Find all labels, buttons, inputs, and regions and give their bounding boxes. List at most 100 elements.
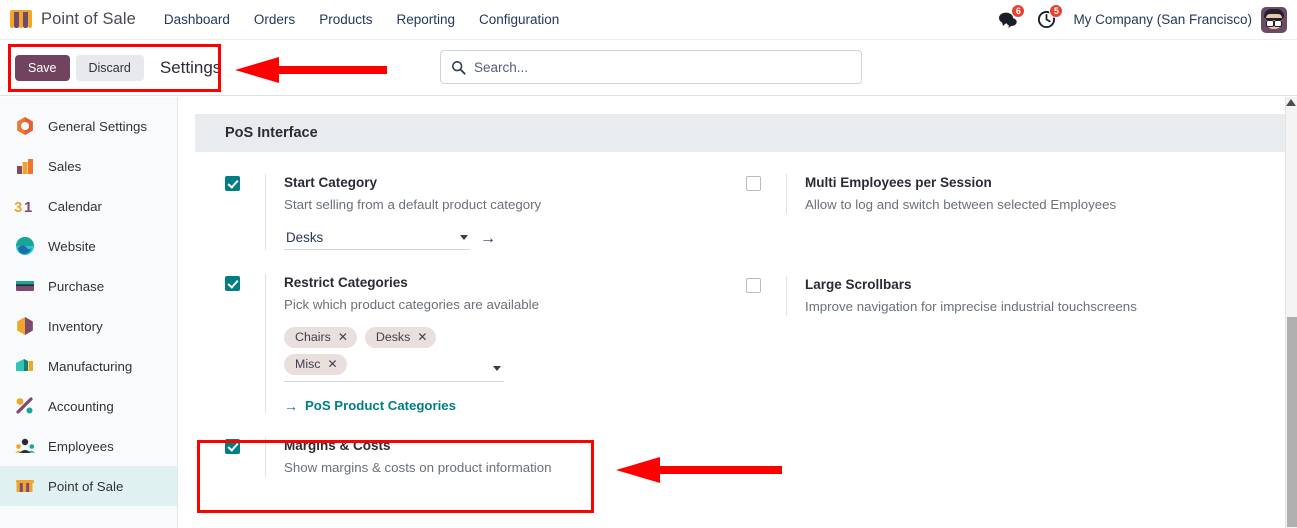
setting-large-scrollbars: Large Scrollbars Improve navigation for …	[746, 276, 1219, 316]
messages-button[interactable]: 6	[989, 3, 1027, 35]
nav-item-products[interactable]: Products	[307, 3, 384, 36]
svg-text:3: 3	[14, 199, 22, 216]
svg-text:1: 1	[24, 199, 32, 216]
tag-chip[interactable]: Desks ✕	[364, 327, 437, 348]
setting-body: Restrict Categories Pick which product c…	[265, 274, 698, 413]
tag-label: Misc	[295, 357, 321, 371]
close-icon[interactable]: ✕	[417, 331, 427, 343]
close-icon[interactable]: ✕	[338, 331, 348, 343]
setting-title: Restrict Categories	[284, 275, 408, 290]
chevron-down-icon[interactable]	[493, 366, 501, 371]
calendar-31-icon: 3 1	[14, 195, 36, 217]
app-brand[interactable]: Point of Sale	[10, 9, 136, 30]
pos-product-categories-link[interactable]: PoS Product Categories	[305, 398, 456, 413]
sidebar-item-label: Purchase	[48, 278, 105, 294]
close-icon[interactable]: ✕	[327, 358, 337, 370]
tag-label: Chairs	[295, 330, 331, 344]
avatar[interactable]	[1261, 6, 1287, 33]
setting-margins-costs: Margins & Costs Show margins & costs on …	[225, 437, 698, 477]
nav-item-reporting[interactable]: Reporting	[384, 3, 467, 36]
chevron-down-icon[interactable]	[460, 235, 468, 240]
nav-item-dashboard[interactable]: Dashboard	[152, 3, 242, 36]
settings-main: PoS Interface Start Category Start selli…	[178, 97, 1285, 528]
page-title: Settings	[159, 57, 222, 77]
brand-name: Point of Sale	[41, 10, 136, 28]
setting-title: Margins & Costs	[284, 438, 391, 453]
arrow-right-icon: →	[284, 397, 298, 414]
sidebar-item-website[interactable]: Website	[0, 226, 177, 266]
sidebar-item-general-settings[interactable]: General Settings	[0, 106, 177, 146]
sidebar-item-label: General Settings	[48, 118, 148, 134]
tag-label: Desks	[375, 330, 411, 344]
setting-description: Allow to log and switch between selected…	[805, 197, 1117, 212]
setting-title: Large Scrollbars	[805, 277, 912, 292]
setting-body: Large Scrollbars Improve navigation for …	[786, 276, 1219, 316]
checkbox-large-scrollbars[interactable]	[746, 278, 761, 293]
start-category-select[interactable]: Desks	[284, 228, 470, 250]
arrow-right-icon[interactable]: →	[480, 231, 496, 247]
settings-sidebar: General Settings Sales 3 1 Calendar Webs…	[0, 97, 178, 528]
activities-button[interactable]: 5	[1027, 3, 1065, 35]
save-discard-group: Save Discard Settings	[15, 54, 222, 81]
checkbox-start-category[interactable]	[225, 176, 240, 191]
sidebar-item-manufacturing[interactable]: Manufacturing	[0, 346, 177, 386]
setting-description: Pick which product categories are availa…	[284, 297, 539, 312]
sidebar-item-point-of-sale[interactable]: Point of Sale	[0, 466, 177, 506]
section-title-pos-interface: PoS Interface	[195, 114, 1285, 152]
accounting-percent-icon	[14, 395, 36, 417]
sidebar-item-label: Calendar	[48, 198, 102, 214]
sidebar-item-label: Manufacturing	[48, 358, 133, 374]
sidebar-item-employees[interactable]: Employees	[0, 426, 177, 466]
discard-button[interactable]: Discard	[75, 54, 144, 81]
restrict-categories-tags[interactable]: Chairs ✕ Desks ✕ Misc ✕	[284, 327, 504, 382]
setting-description: Start selling from a default product cat…	[284, 197, 542, 212]
checkbox-wrap	[746, 174, 786, 196]
search-input[interactable]	[474, 59, 851, 75]
gear-settings-icon	[14, 115, 36, 137]
tag-chip[interactable]: Chairs ✕	[284, 327, 357, 348]
sidebar-item-inventory[interactable]: Inventory	[0, 306, 177, 346]
sidebar-item-label: Website	[48, 238, 96, 254]
activities-badge: 5	[1049, 3, 1064, 18]
settings-grid: Start Category Start selling from a defa…	[195, 152, 1273, 501]
shop-awning-icon	[10, 9, 33, 30]
search-box[interactable]	[440, 50, 862, 84]
manufacturing-icon	[14, 355, 36, 377]
sidebar-item-label: Inventory	[48, 318, 103, 334]
checkbox-wrap	[225, 437, 265, 459]
pos-product-categories-link-row: → PoS Product Categories	[284, 398, 698, 413]
navbar-right-cluster: 6 5 My Company (San Francisco)	[989, 3, 1289, 35]
checkbox-margins-costs[interactable]	[225, 439, 240, 454]
checkbox-restrict-categories[interactable]	[225, 276, 240, 291]
nav-item-configuration[interactable]: Configuration	[467, 3, 571, 36]
inventory-box-icon	[14, 315, 36, 337]
settings-sheet: PoS Interface Start Category Start selli…	[195, 114, 1285, 501]
purchase-card-icon	[14, 275, 36, 297]
setting-title: Multi Employees per Session	[805, 175, 992, 190]
tag-chip[interactable]: Misc ✕	[284, 354, 347, 375]
scroll-up-arrow-icon[interactable]	[1286, 99, 1296, 106]
start-category-select-row: Desks →	[284, 228, 698, 250]
company-switcher[interactable]: My Company (San Francisco)	[1073, 12, 1252, 27]
checkbox-wrap	[225, 174, 265, 196]
top-navbar: Point of Sale Dashboard Orders Products …	[0, 0, 1297, 40]
sidebar-item-label: Point of Sale	[48, 478, 124, 494]
setting-multi-employees-per-session: Multi Employees per Session Allow to log…	[746, 174, 1219, 214]
sidebar-item-label: Employees	[48, 438, 114, 454]
checkbox-multi-employees[interactable]	[746, 176, 761, 191]
employees-people-icon	[14, 435, 36, 457]
shop-awning-icon	[14, 475, 36, 497]
messages-badge: 6	[1011, 3, 1026, 18]
sidebar-item-calendar[interactable]: 3 1 Calendar	[0, 186, 177, 226]
vertical-scrollbar-track[interactable]	[1285, 97, 1297, 528]
search-icon	[451, 60, 466, 75]
sidebar-item-accounting[interactable]: Accounting	[0, 386, 177, 426]
nav-item-orders[interactable]: Orders	[242, 3, 307, 36]
setting-body: Margins & Costs Show margins & costs on …	[265, 437, 698, 477]
setting-description: Show margins & costs on product informat…	[284, 460, 552, 475]
save-button[interactable]: Save	[15, 54, 70, 81]
start-category-value: Desks	[286, 230, 324, 245]
sidebar-item-sales[interactable]: Sales	[0, 146, 177, 186]
vertical-scrollbar-thumb[interactable]	[1287, 317, 1297, 527]
sidebar-item-purchase[interactable]: Purchase	[0, 266, 177, 306]
